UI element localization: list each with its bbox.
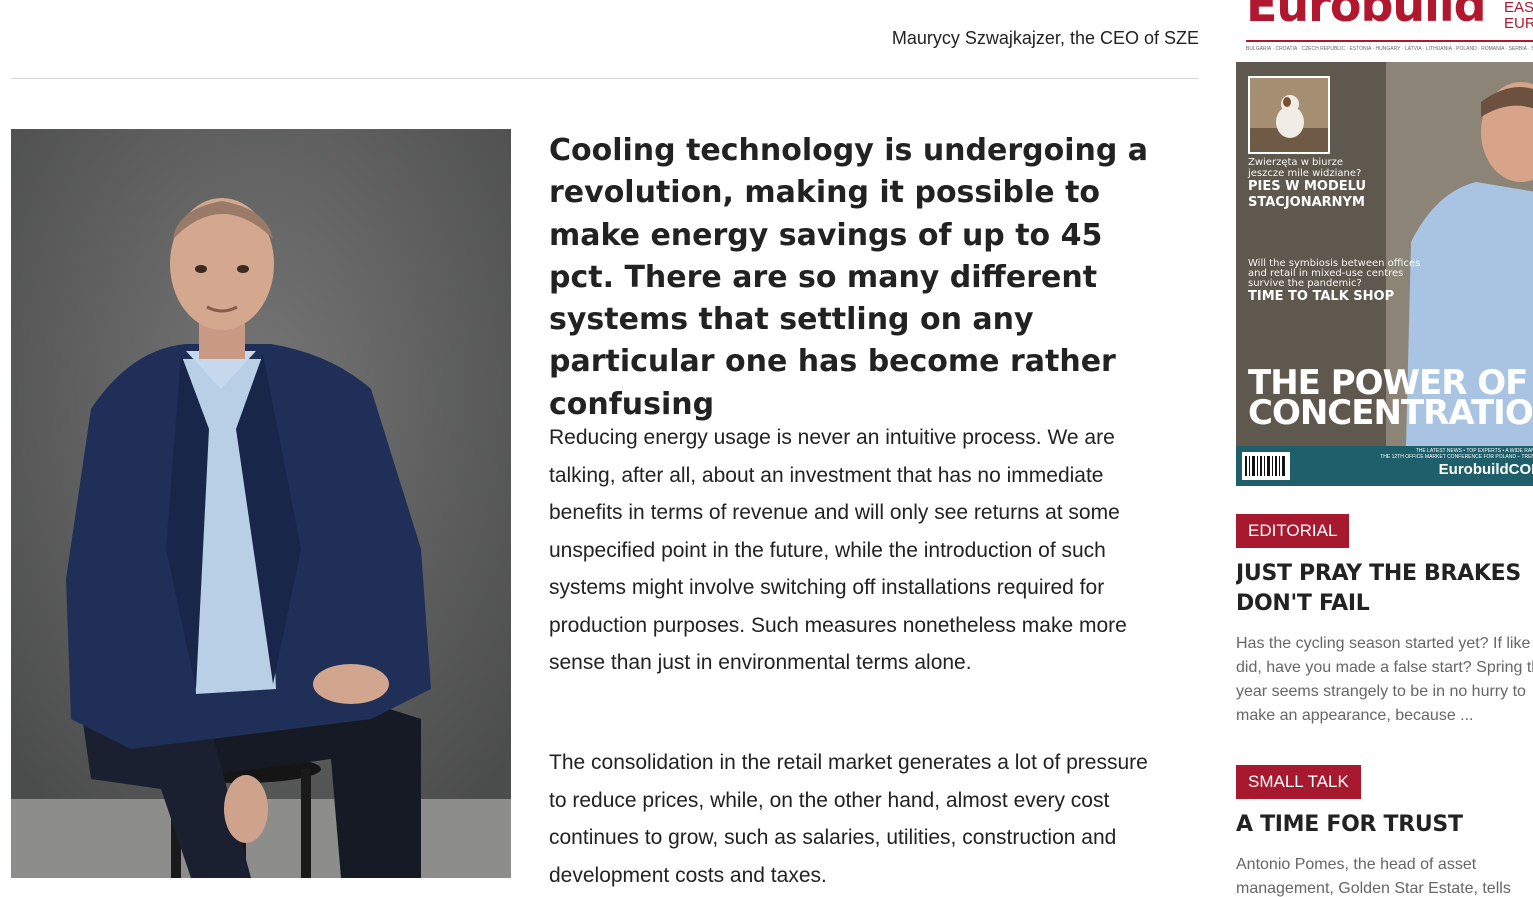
- sidebar-article-excerpt: Has the cycling season started yet? If l…: [1236, 635, 1533, 724]
- cover-thumbnail: [1248, 76, 1330, 154]
- cover-teaser2-title: TIME TO TALK SHOP: [1248, 289, 1395, 304]
- divider: [11, 78, 1199, 79]
- dog-thumbnail: [1250, 78, 1328, 152]
- article-paragraph: Reducing energy usage is never an intuit…: [549, 426, 1127, 674]
- sidebar-article-title[interactable]: A TIME FOR TRUST: [1236, 810, 1533, 840]
- barcode-icon: [1242, 452, 1290, 480]
- cover-footer: THE LATEST NEWS • TOP EXPERTS • A WIDE R…: [1236, 446, 1533, 486]
- article-paragraph: The consolidation in the retail market g…: [549, 751, 1148, 887]
- sidebar-article-excerpt: Antonio Pomes, the head of asset managem…: [1236, 856, 1511, 897]
- cover-teaser1-title: STACJONARNYM: [1248, 195, 1365, 210]
- cover-footer-brand: EurobuildCON: [1438, 461, 1533, 478]
- cover-masthead-bar: [1246, 40, 1533, 42]
- article-byline: Maurycy Szwajkajzer, the CEO of SZE: [891, 28, 1199, 48]
- barcode-lines: [1245, 456, 1285, 476]
- category-tag-editorial[interactable]: EDITORIAL: [1236, 514, 1350, 548]
- sidebar-article-title[interactable]: JUST PRAY THE BRAKES DON'T FAIL: [1236, 559, 1533, 619]
- sidebar: Eurobuild EAST EUR BULGARIA · CROATIA · …: [1236, 0, 1533, 897]
- cover-masthead-side: EAST EUR: [1504, 0, 1533, 32]
- cover-headline-line2: CONCENTRATION: [1248, 393, 1533, 433]
- cover-headline: THE POWER OF CONCENTRATION: [1248, 366, 1533, 433]
- magazine-cover[interactable]: Eurobuild EAST EUR BULGARIA · CROATIA · …: [1236, 0, 1533, 486]
- cover-masthead: Eurobuild: [1246, 0, 1487, 32]
- portrait-illustration: [11, 129, 511, 878]
- cover-footer-text: THE LATEST NEWS • TOP EXPERTS • A WIDE R…: [1380, 448, 1533, 460]
- cover-country-list: BULGARIA · CROATIA · CZECH REPUBLIC · ES…: [1246, 46, 1533, 52]
- cover-teaser2-small: survive the pandemic?: [1248, 278, 1362, 289]
- cover-teaser1-small: Zwierzęta w biurze: [1248, 157, 1344, 168]
- article-lead: Cooling technology is undergoing a revol…: [549, 133, 1149, 422]
- author-photo: [11, 129, 511, 878]
- cover-teaser1-title: PIES W MODELU: [1248, 179, 1367, 194]
- cover-teaser1-small: jeszcze mile widziane?: [1248, 168, 1362, 179]
- category-tag-small-talk[interactable]: SMALL TALK: [1236, 765, 1361, 799]
